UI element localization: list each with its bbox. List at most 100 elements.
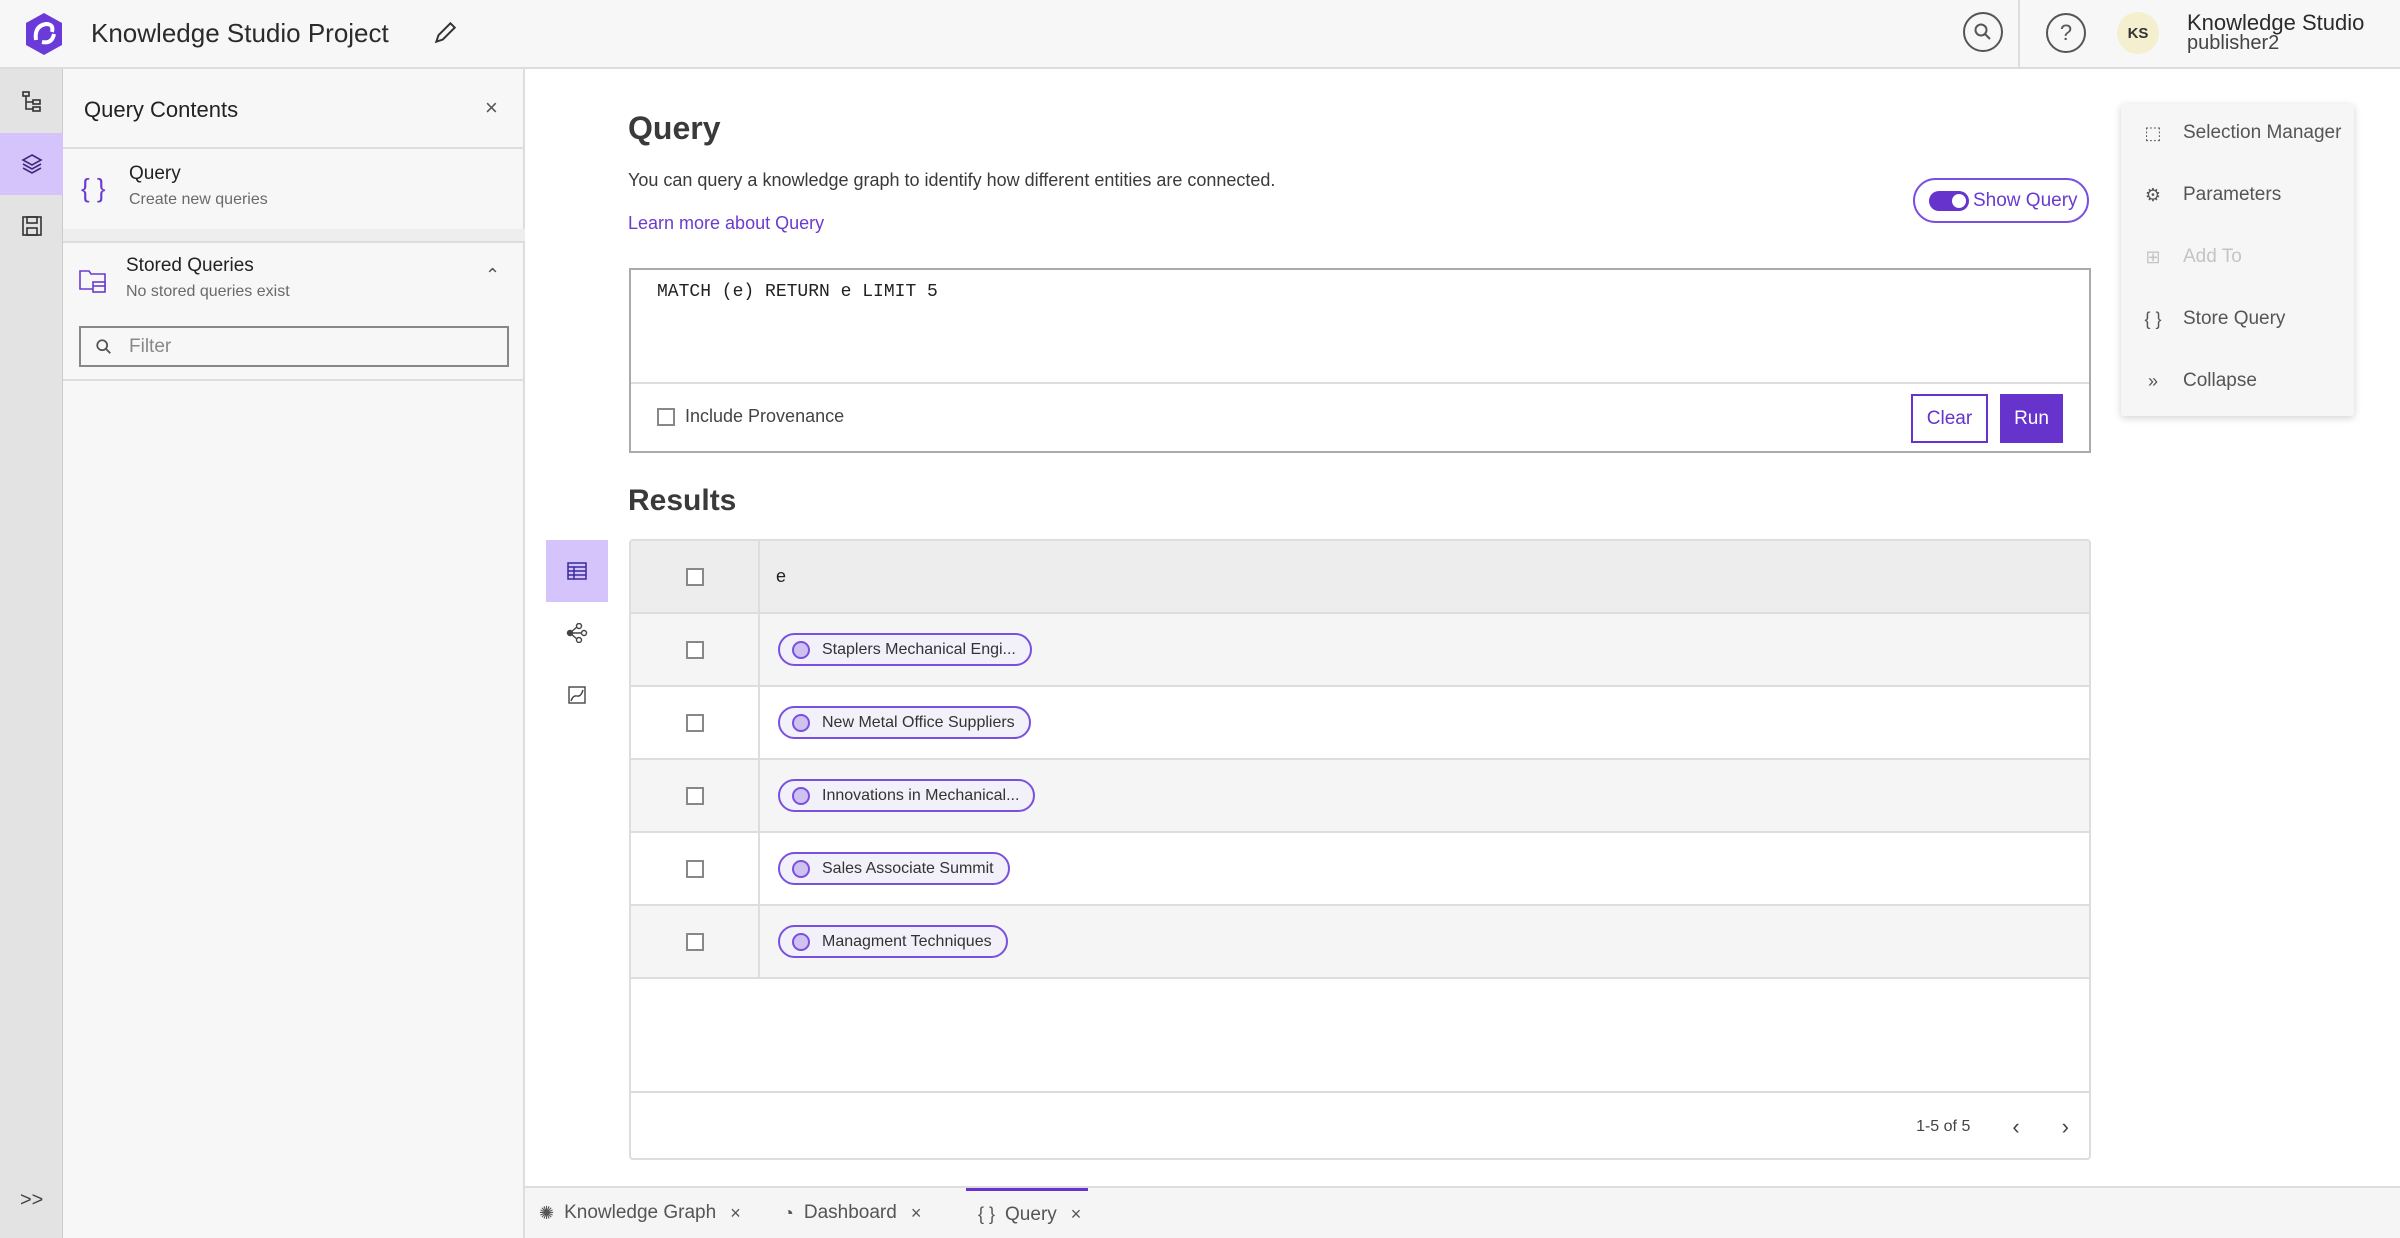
tab-label: Dashboard <box>803 1202 897 1223</box>
entity-chip[interactable]: Staplers Mechanical Engi... <box>778 633 1032 666</box>
menu-item-selection-manager[interactable]: ⬚ Selection Manager <box>2141 122 2341 144</box>
run-button[interactable]: Run <box>2000 394 2063 443</box>
filter-input[interactable]: Filter <box>79 326 509 367</box>
table-row[interactable]: Managment Techniques <box>631 906 2089 979</box>
entity-label: New Metal Office Suppliers <box>822 713 1015 731</box>
entity-type-icon <box>792 786 810 805</box>
tab-dashboard[interactable]: ◔ Dashboard × <box>783 1188 921 1238</box>
close-tab-icon[interactable]: × <box>1071 1204 1082 1225</box>
action-menu: ⬚ Selection Manager ⚙ Parameters ⊞ Add To { } S… <box>2121 104 2354 416</box>
graph-view-button[interactable] <box>546 602 608 664</box>
row-checkbox[interactable] <box>685 713 704 732</box>
new-query-subtitle: Create new queries <box>129 191 268 208</box>
close-tab-icon[interactable]: × <box>730 1203 741 1224</box>
menu-item-parameters[interactable]: ⚙ Parameters <box>2141 184 2281 206</box>
user-role: publisher2 <box>2187 32 2280 54</box>
panel-title: Query Contents <box>84 97 239 122</box>
avatar[interactable]: KS <box>2117 12 2159 54</box>
header-divider <box>2018 0 2020 69</box>
show-query-toggle[interactable]: Show Query <box>1913 178 2089 223</box>
tab-knowledge-graph[interactable]: ✺ Knowledge Graph × <box>539 1188 741 1238</box>
table-row[interactable]: Staplers Mechanical Engi... <box>631 614 2089 687</box>
gear-icon: ⚙ <box>2144 184 2162 205</box>
tab-label: Query <box>1005 1203 1057 1225</box>
page-description: You can query a knowledge graph to ident… <box>628 170 1276 190</box>
table-row[interactable]: Sales Associate Summit <box>631 833 2089 906</box>
tab-query[interactable]: { } Query × <box>966 1188 1088 1238</box>
results-table: e Staplers Mechanical Engi... New Metal O… <box>629 539 2091 1160</box>
braces-icon: { } <box>978 1204 996 1224</box>
next-page-button[interactable]: › <box>2062 1114 2069 1140</box>
menu-item-label: Parameters <box>2183 184 2282 205</box>
braces-icon: { } <box>2144 308 2162 329</box>
chart-icon <box>568 686 586 704</box>
chevron-up-icon[interactable]: ⌃ <box>485 265 500 286</box>
entity-chip[interactable]: New Metal Office Suppliers <box>778 706 1031 739</box>
page-title: Query <box>628 110 721 146</box>
rail-layers-button[interactable] <box>0 133 63 195</box>
entity-chip[interactable]: Sales Associate Summit <box>778 852 1010 885</box>
prev-page-button[interactable]: ‹ <box>2012 1114 2019 1140</box>
results-title: Results <box>628 484 737 517</box>
menu-item-collapse[interactable]: » Collapse <box>2141 370 2257 392</box>
new-query-title: Query <box>129 163 181 184</box>
include-provenance-checkbox[interactable]: Include Provenance <box>657 406 844 427</box>
close-tab-icon[interactable]: × <box>911 1203 922 1224</box>
table-row[interactable]: New Metal Office Suppliers <box>631 687 2089 760</box>
save-icon <box>21 216 42 236</box>
new-query-item[interactable]: { } Query Create new queries <box>63 147 525 229</box>
column-header[interactable]: e <box>776 566 786 587</box>
icon-rail: >> <box>0 69 63 1238</box>
menu-item-label: Collapse <box>2183 370 2257 391</box>
include-provenance-label: Include Provenance <box>685 406 845 426</box>
entity-label: Staplers Mechanical Engi... <box>822 640 1016 658</box>
query-contents-panel: Query Contents × { } Query Create new qu… <box>63 69 525 1238</box>
help-icon: ? <box>2059 20 2073 45</box>
entity-type-icon <box>792 859 810 878</box>
menu-item-label: Selection Manager <box>2183 122 2342 143</box>
query-textarea[interactable]: MATCH (e) RETURN e LIMIT 5 <box>657 282 938 302</box>
dashboard-icon: ◔ <box>783 1202 794 1223</box>
stored-queries-subtitle: No stored queries exist <box>126 283 290 300</box>
edit-pencil-icon[interactable] <box>432 20 458 46</box>
braces-icon: { } <box>81 173 106 203</box>
entity-label: Innovations in Mechanical... <box>822 786 1020 804</box>
menu-item-label: Store Query <box>2183 308 2286 329</box>
help-button[interactable]: ? <box>2046 13 2086 53</box>
table-view-button[interactable] <box>546 540 608 602</box>
entity-chip[interactable]: Innovations in Mechanical... <box>778 779 1036 812</box>
chart-view-button[interactable] <box>546 664 608 726</box>
layers-icon <box>20 154 43 174</box>
rail-content-button[interactable] <box>0 71 63 133</box>
entity-type-icon <box>792 932 810 951</box>
app-logo <box>26 13 62 55</box>
checkbox[interactable] <box>657 407 675 426</box>
panel-close-button[interactable]: × <box>485 95 498 121</box>
query-editor: MATCH (e) RETURN e LIMIT 5 Include Prove… <box>629 268 2091 453</box>
link-chart-icon <box>566 623 588 643</box>
chevrons-right-icon: » <box>2147 370 2158 391</box>
selection-icon: ⬚ <box>2144 122 2162 143</box>
menu-item-add-to: ⊞ Add To <box>2141 246 2241 268</box>
search-icon <box>1974 23 1991 40</box>
entity-type-icon <box>792 713 810 732</box>
toggle-switch[interactable] <box>1929 190 1969 211</box>
learn-more-link[interactable]: Learn more about Query <box>628 213 824 234</box>
row-checkbox[interactable] <box>685 640 704 659</box>
select-all-checkbox[interactable] <box>685 567 704 586</box>
table-row[interactable]: Innovations in Mechanical... <box>631 760 2089 833</box>
user-name: Knowledge Studio <box>2187 10 2365 35</box>
table-header-row: e <box>631 541 2089 614</box>
menu-item-store-query[interactable]: { } Store Query <box>2141 308 2285 330</box>
search-button[interactable] <box>1963 12 2003 52</box>
search-icon <box>96 338 111 354</box>
row-checkbox[interactable] <box>685 786 704 805</box>
rail-save-button[interactable] <box>0 195 63 257</box>
clear-button[interactable]: Clear <box>1911 394 1988 443</box>
entity-chip[interactable]: Managment Techniques <box>778 925 1008 958</box>
row-checkbox[interactable] <box>685 932 704 951</box>
expand-rail-button[interactable]: >> <box>20 1189 43 1212</box>
row-checkbox[interactable] <box>685 859 704 878</box>
tab-label: Knowledge Graph <box>564 1202 717 1223</box>
content-tree-icon <box>21 91 41 112</box>
